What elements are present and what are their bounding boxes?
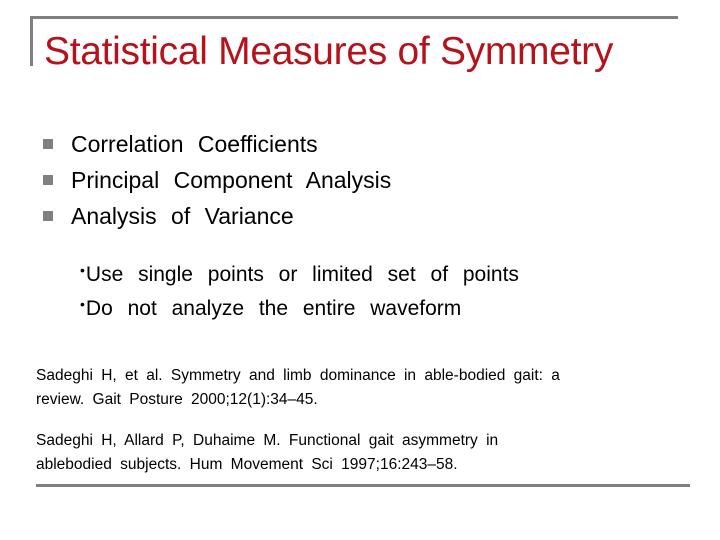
reference-line: Sadeghi H, Allard P, Duhaime M. Function… xyxy=(36,432,499,449)
dot-bullet-icon: • xyxy=(80,296,85,312)
bullet-item: Correlation Coefficients xyxy=(43,126,391,162)
reference-line: ablebodied subjects. Hum Movement Sci 19… xyxy=(36,456,458,473)
sub-bullet-list: •Use single points or limited set of poi… xyxy=(80,262,519,330)
bullet-list: Correlation Coefficients Principal Compo… xyxy=(43,126,391,234)
square-bullet-icon xyxy=(43,211,53,221)
dot-bullet-icon: • xyxy=(80,262,85,278)
bullet-text: Analysis of Variance xyxy=(71,202,294,229)
reference-line: review. Gait Posture 2000;12(1):34–45. xyxy=(36,391,318,408)
bullet-item: Analysis of Variance xyxy=(43,198,391,234)
bullet-text: Correlation Coefficients xyxy=(71,130,318,157)
sub-bullet-text: Do not analyze the entire waveform xyxy=(85,297,462,320)
references: Sadeghi H, et al. Symmetry and limb domi… xyxy=(36,364,696,494)
sub-bullet-item: •Use single points or limited set of poi… xyxy=(80,262,519,296)
reference-item: Sadeghi H, et al. Symmetry and limb domi… xyxy=(36,364,696,412)
bullet-item: Principal Component Analysis xyxy=(43,162,391,198)
sub-bullet-text: Use single points or limited set of poin… xyxy=(85,263,519,286)
square-bullet-icon xyxy=(43,139,53,149)
title-frame-left-line xyxy=(30,16,33,66)
square-bullet-icon xyxy=(43,175,53,185)
reference-item: Sadeghi H, Allard P, Duhaime M. Function… xyxy=(36,429,696,477)
sub-bullet-item: •Do not analyze the entire waveform xyxy=(80,296,519,330)
reference-line: Sadeghi H, et al. Symmetry and limb domi… xyxy=(36,367,560,384)
bottom-divider xyxy=(36,484,690,487)
title-frame-top-line xyxy=(30,16,678,19)
slide-title: Statistical Measures of Symmetry xyxy=(44,30,614,73)
bullet-text: Principal Component Analysis xyxy=(71,166,392,193)
